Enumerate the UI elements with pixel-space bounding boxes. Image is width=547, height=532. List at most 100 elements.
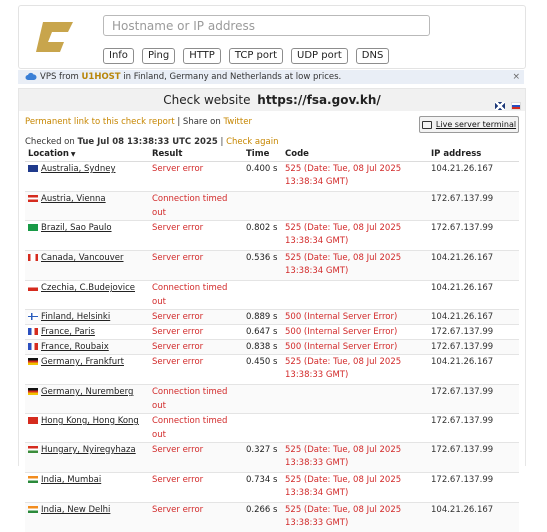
result-cell: Connection timed out — [149, 385, 243, 414]
check-result-panel: Check website https://fsa.gov.kh/ Perman… — [18, 88, 526, 466]
table-row: Finland, HelsinkiServer error0.889 s500 … — [25, 310, 519, 325]
ad-banner[interactable]: VPS from U1HOST in Finland, Germany and … — [18, 70, 524, 84]
col-result[interactable]: Result — [149, 147, 243, 162]
table-row: Australia, SydneyServer error0.400 s525 … — [25, 162, 519, 192]
info-button[interactable]: Info — [103, 48, 134, 64]
de-flag-icon — [28, 388, 38, 395]
twitter-link[interactable]: Twitter — [223, 117, 252, 127]
page-title: Check website https://fsa.gov.kh/ — [19, 89, 525, 111]
location-cell: France, Roubaix — [25, 340, 149, 355]
col-ip[interactable]: IP address — [428, 147, 519, 162]
code-cell — [282, 414, 428, 443]
ip-cell: 172.67.137.99 — [428, 340, 519, 355]
ad-brand[interactable]: U1HOST — [82, 72, 121, 82]
location-name: Canada, Vancouver — [41, 253, 124, 263]
location-name: Czechia, C.Budejovice — [41, 283, 135, 293]
checked-separator: | — [218, 137, 226, 147]
code-cell: 525 (Date: Tue, 08 Jul 2025 13:38:33 GMT… — [282, 355, 428, 385]
result-cell: Connection timed out — [149, 281, 243, 310]
checked-timestamp: Tue Jul 08 13:38:33 UTC 2025 — [77, 137, 217, 147]
result-cell: Server error — [149, 473, 243, 503]
col-code[interactable]: Code — [282, 147, 428, 162]
location-link[interactable]: Austria, Vienna — [28, 194, 106, 204]
location-link[interactable]: France, Paris — [28, 327, 95, 337]
location-cell: India, New Delhi — [25, 503, 149, 532]
location-link[interactable]: Australia, Sydney — [28, 164, 115, 174]
location-cell: Finland, Helsinki — [25, 310, 149, 325]
fr-flag-icon — [28, 343, 38, 350]
dns-button[interactable]: DNS — [356, 48, 390, 64]
ip-cell: 104.21.26.167 — [428, 281, 519, 310]
at-flag-icon — [28, 195, 38, 202]
location-link[interactable]: Finland, Helsinki — [28, 312, 110, 322]
time-cell: 0.266 s — [243, 503, 282, 532]
check-host-logo-icon[interactable] — [35, 14, 79, 58]
code-cell: 525 (Date: Tue, 08 Jul 2025 13:38:34 GMT… — [282, 221, 428, 251]
ping-button[interactable]: Ping — [142, 48, 175, 64]
checked-info: Checked on Tue Jul 08 13:38:33 UTC 2025 … — [25, 137, 278, 147]
fi-flag-icon — [28, 313, 38, 320]
location-link[interactable]: India, New Delhi — [28, 505, 110, 515]
location-name: Hungary, Nyiregyhaza — [41, 445, 136, 455]
location-name: Brazil, Sao Paulo — [41, 223, 112, 233]
result-cell: Server error — [149, 325, 243, 340]
table-row: India, New DelhiServer error0.266 s525 (… — [25, 503, 519, 532]
location-link[interactable]: Hong Kong, Hong Kong — [28, 416, 139, 426]
result-cell: Connection timed out — [149, 414, 243, 443]
location-name: Austria, Vienna — [41, 194, 106, 204]
sort-down-icon: ▼ — [71, 151, 76, 158]
ad-prefix: VPS from — [40, 72, 82, 82]
location-link[interactable]: Hungary, Nyiregyhaza — [28, 445, 136, 455]
hostname-input[interactable] — [103, 15, 430, 36]
location-cell: Hungary, Nyiregyhaza — [25, 443, 149, 473]
time-cell: 0.647 s — [243, 325, 282, 340]
permanent-link[interactable]: Permanent link to this check report — [25, 117, 175, 127]
result-cell: Server error — [149, 355, 243, 385]
hk-flag-icon — [28, 417, 38, 424]
code-cell — [282, 281, 428, 310]
location-cell: Brazil, Sao Paulo — [25, 221, 149, 251]
time-cell — [243, 414, 282, 443]
time-cell: 0.536 s — [243, 251, 282, 281]
live-terminal-button[interactable]: Live server terminal — [419, 116, 519, 133]
location-link[interactable]: Czechia, C.Budejovice — [28, 283, 135, 293]
check-again-link[interactable]: Check again — [226, 137, 278, 147]
table-row: Hong Kong, Hong Kong Connection timed out… — [25, 414, 519, 443]
tcp-port-button[interactable]: TCP port — [229, 48, 283, 64]
location-link[interactable]: Canada, Vancouver — [28, 253, 124, 263]
location-name: France, Roubaix — [41, 342, 109, 352]
code-cell: 525 (Date: Tue, 08 Jul 2025 13:38:33 GMT… — [282, 503, 428, 532]
time-cell: 0.734 s — [243, 473, 282, 503]
ip-cell: 172.67.137.99 — [428, 192, 519, 221]
location-link[interactable]: Germany, Nuremberg — [28, 387, 133, 397]
table-row: France, RoubaixServer error0.838 s500 (I… — [25, 340, 519, 355]
br-flag-icon — [28, 224, 38, 231]
table-row: Germany, Frankfurt Server error0.450 s525… — [25, 355, 519, 385]
time-cell — [243, 192, 282, 221]
http-button[interactable]: HTTP — [183, 48, 221, 64]
location-link[interactable]: Brazil, Sao Paulo — [28, 223, 112, 233]
cloud-icon — [25, 71, 37, 82]
code-cell: 525 (Date: Tue, 08 Jul 2025 13:38:34 GMT… — [282, 162, 428, 192]
col-location-label: Location — [28, 149, 69, 159]
check-label: Check website — [163, 93, 250, 107]
language-flags — [493, 95, 521, 117]
cz-flag-icon — [28, 284, 38, 291]
col-time[interactable]: Time — [243, 147, 282, 162]
location-link[interactable]: Germany, Frankfurt — [28, 357, 124, 367]
ru-flag-icon[interactable] — [511, 102, 521, 110]
ad-close-icon[interactable]: × — [512, 70, 520, 84]
results-table: Location▼ Result Time Code IP address Au… — [25, 147, 519, 532]
location-cell: Hong Kong, Hong Kong — [25, 414, 149, 443]
location-name: India, New Delhi — [41, 505, 110, 515]
col-location[interactable]: Location▼ — [25, 147, 149, 162]
time-cell: 0.450 s — [243, 355, 282, 385]
location-link[interactable]: India, Mumbai — [28, 475, 101, 485]
code-cell: 525 (Date: Tue, 08 Jul 2025 13:38:34 GMT… — [282, 251, 428, 281]
location-link[interactable]: France, Roubaix — [28, 342, 109, 352]
location-cell: Germany, Frankfurt — [25, 355, 149, 385]
location-cell: Australia, Sydney — [25, 162, 149, 192]
share-separator: | Share on — [175, 117, 224, 127]
udp-port-button[interactable]: UDP port — [291, 48, 348, 64]
uk-flag-icon[interactable] — [495, 102, 505, 110]
